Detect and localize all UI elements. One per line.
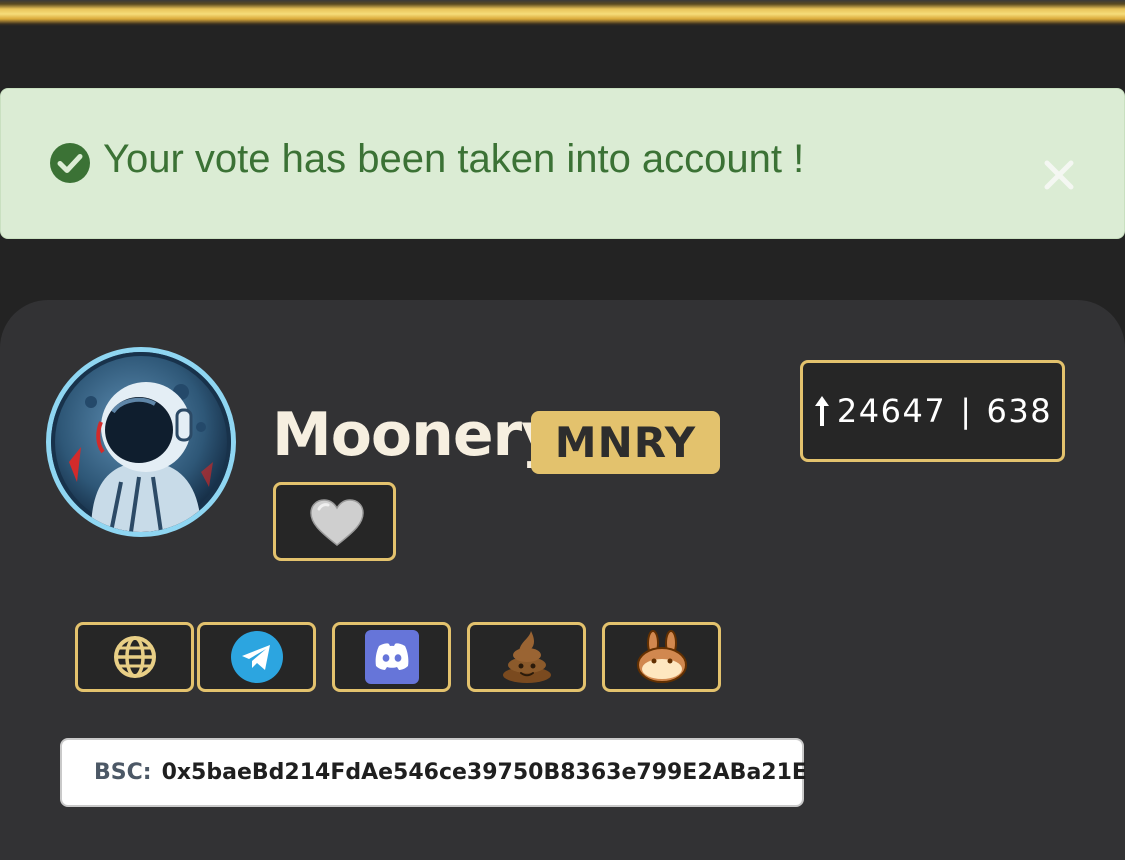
arrow-up-icon (814, 396, 829, 426)
discord-icon (364, 630, 419, 684)
pancakeswap-link[interactable] (602, 622, 721, 692)
globe-icon (113, 636, 156, 678)
top-gradient-bar (0, 0, 1125, 26)
alert-message: Your vote has been taken into account ! (103, 137, 805, 181)
token-avatar (46, 347, 236, 537)
pancakeswap-bunny-icon (636, 630, 687, 683)
poocoin-link[interactable] (467, 622, 586, 692)
astronaut-avatar-icon (51, 352, 231, 532)
success-alert: Your vote has been taken into account ! (0, 88, 1125, 239)
close-icon[interactable] (1041, 157, 1077, 193)
vote-total: 24647 (836, 392, 947, 430)
poop-icon (502, 631, 551, 683)
telegram-link[interactable] (197, 622, 316, 692)
contract-address-box[interactable]: BSC: 0x5baeBd214FdAe546ce39750B8363e799E… (60, 738, 807, 807)
contract-address[interactable]: 0x5baeBd214FdAe546ce39750B8363e799E2ABa2… (162, 760, 807, 785)
telegram-icon (230, 631, 283, 683)
check-circle-icon (50, 143, 90, 183)
heart-icon (310, 499, 364, 546)
website-link[interactable] (75, 622, 194, 692)
contract-chain-label: BSC: (94, 760, 152, 785)
vote-count-box[interactable]: 24647 | 638 (800, 360, 1065, 462)
vote-separator: | (960, 392, 973, 430)
like-button[interactable] (273, 482, 396, 561)
vote-today: 638 (986, 392, 1053, 430)
token-ticker-badge: MNRY (531, 411, 720, 474)
token-name: Moonery (272, 400, 560, 470)
discord-link[interactable] (332, 622, 451, 692)
